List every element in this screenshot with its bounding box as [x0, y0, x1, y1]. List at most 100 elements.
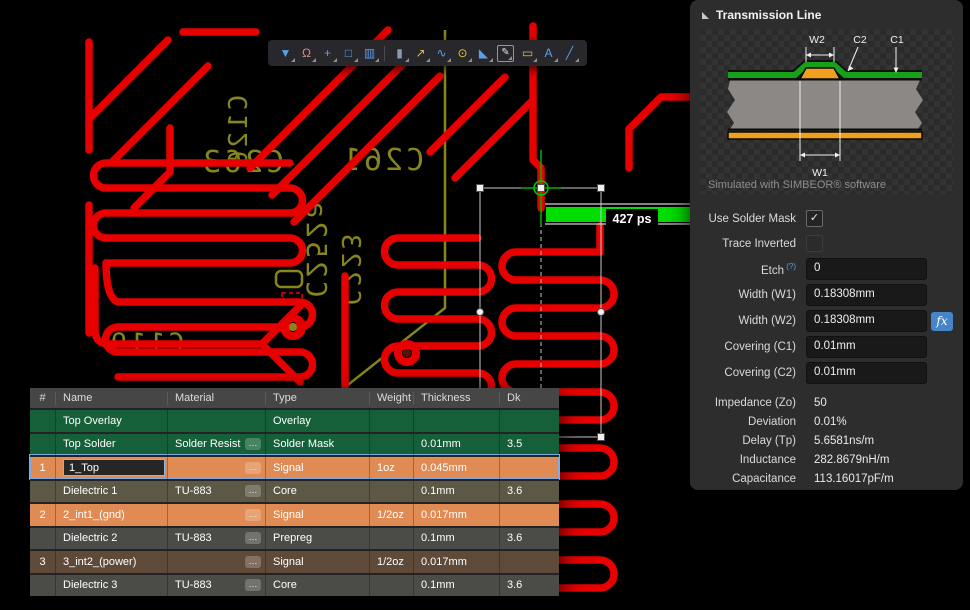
layer-name-editor[interactable]: 1_Top	[63, 459, 165, 476]
area-select-icon[interactable]: □	[338, 43, 359, 63]
dim-label-w2: W2	[809, 34, 825, 46]
cell-name[interactable]: Dielectric 3	[55, 575, 167, 597]
layer-row[interactable]: Top SolderSolder Resist…Solder Mask0.01m…	[30, 432, 559, 456]
edit-shape-icon[interactable]: ✎	[497, 45, 514, 62]
cell-name[interactable]: 1_Top	[55, 457, 167, 479]
layer-row[interactable]: 11_Top…Signal1oz0.045mm	[30, 455, 559, 479]
property-input[interactable]: 0.18308mm	[806, 284, 927, 306]
col-num: #	[30, 392, 55, 405]
cell-name[interactable]: Dielectric 2	[55, 528, 167, 550]
layer-row[interactable]: Dielectric 2TU-883…Prepreg0.1mm3.6	[30, 526, 559, 550]
property-label: Impedance (Zo)	[700, 397, 806, 409]
property-label: Inductance	[700, 454, 806, 466]
place-line-icon[interactable]: ╱	[559, 43, 580, 63]
bottom-copper-layer	[728, 132, 922, 139]
cell-mat[interactable]: …	[167, 504, 265, 526]
cell-mat[interactable]: …	[167, 457, 265, 479]
via-icon[interactable]: ⊙	[452, 43, 473, 63]
cell-mat[interactable]: …	[167, 551, 265, 573]
layer-row[interactable]: Top OverlayOverlay	[30, 408, 559, 432]
cell-name[interactable]: Top Overlay	[55, 410, 167, 432]
cell-mat[interactable]: Solder Resist…	[167, 434, 265, 456]
cell-name[interactable]: Dielectric 1	[55, 481, 167, 503]
cell-mat[interactable]: TU-883…	[167, 481, 265, 503]
property-row: Deviation0.01%	[700, 412, 953, 431]
property-input[interactable]: 0	[806, 258, 927, 280]
cell-th: 0.1mm	[413, 481, 499, 503]
material-browse-button[interactable]: …	[245, 438, 261, 450]
cell-dk	[499, 457, 559, 479]
cell-name[interactable]: 3_int2_(power)	[55, 551, 167, 573]
cell-type: Signal	[265, 551, 369, 573]
cell-th: 0.045mm	[413, 457, 499, 479]
cell-th	[413, 410, 499, 432]
cell-dk: 3.6	[499, 528, 559, 550]
material-browse-button[interactable]: …	[245, 579, 261, 591]
cell-wt: 1oz	[369, 457, 413, 479]
tune-meander-icon[interactable]: ∿	[431, 43, 452, 63]
toolbar-separator	[384, 46, 385, 61]
histogram-icon[interactable]: ▥	[359, 43, 380, 63]
checkbox[interactable]	[806, 235, 823, 252]
property-label: Width (W2)	[700, 315, 806, 327]
pad-hole	[403, 349, 411, 357]
property-label: Covering (C1)	[700, 341, 806, 353]
property-row: Delay (Tp)5.6581ns/m	[700, 431, 953, 450]
cell-mat[interactable]: TU-883…	[167, 528, 265, 550]
cell-type: Core	[265, 481, 369, 503]
cell-num: 2	[30, 504, 55, 526]
layer-row[interactable]: 33_int2_(power)…Signal1/2oz0.017mm	[30, 549, 559, 573]
toolbar-icons: ▼Ω+□▥ ▮↗∿⊙◣✎▭A╱	[275, 43, 580, 63]
cell-name[interactable]: 2_int1_(gnd)	[55, 504, 167, 526]
pad-icon[interactable]: ▮	[389, 43, 410, 63]
layer-row[interactable]: Dielectric 1TU-883…Core0.1mm3.6	[30, 479, 559, 503]
material-browse-button[interactable]: …	[245, 532, 261, 544]
property-input[interactable]: 0.18308mm	[806, 310, 927, 332]
highlighted-net[interactable]: 427 ps	[545, 204, 690, 227]
cell-th: 0.1mm	[413, 575, 499, 597]
panel-fields: Use Solder Mask✓Trace InvertedEtch (?)0W…	[690, 202, 963, 488]
property-value: 113.16017pF/m	[806, 473, 894, 485]
property-input[interactable]: 0.01mm	[806, 362, 927, 384]
fx-button[interactable]: fx	[931, 312, 953, 331]
place-text-icon[interactable]: A	[538, 43, 559, 63]
cell-wt	[369, 434, 413, 456]
cell-wt: 1/2oz	[369, 551, 413, 573]
cell-type: Solder Mask	[265, 434, 369, 456]
cell-type: Prepreg	[265, 528, 369, 550]
property-label: Use Solder Mask	[700, 213, 806, 225]
cell-th: 0.017mm	[413, 504, 499, 526]
material-browse-button[interactable]: …	[245, 556, 261, 568]
layer-row[interactable]: 22_int1_(gnd)…Signal1/2oz0.017mm	[30, 502, 559, 526]
screen: C126 C263 C261 C252a C223 C119	[0, 0, 970, 610]
checkbox[interactable]: ✓	[806, 210, 823, 227]
cell-dk: 3.5	[499, 434, 559, 456]
interactive-route-icon[interactable]: ↗	[410, 43, 431, 63]
snap-magnet-icon[interactable]: Ω	[296, 43, 317, 63]
cell-mat[interactable]: TU-883…	[167, 575, 265, 597]
col-name: Name	[55, 392, 167, 405]
cell-num	[30, 528, 55, 550]
property-row: Width (W1)0.18308mm	[700, 282, 953, 308]
polygon-pour-icon[interactable]: ◣	[473, 43, 494, 63]
layer-row[interactable]: Dielectric 3TU-883…Core0.1mm3.6	[30, 573, 559, 597]
material-browse-button[interactable]: …	[245, 509, 261, 521]
cell-num	[30, 434, 55, 456]
layer-table-body: Top OverlayOverlayTop SolderSolder Resis…	[30, 408, 559, 596]
property-input[interactable]: 0.01mm	[806, 336, 927, 358]
filter-icon[interactable]: ▼	[275, 43, 296, 63]
cell-th: 0.017mm	[413, 551, 499, 573]
room-icon[interactable]: ▭	[517, 43, 538, 63]
collapse-icon[interactable]	[702, 12, 709, 19]
cell-name[interactable]: Top Solder	[55, 434, 167, 456]
property-row: Covering (C2)0.01mm	[700, 360, 953, 386]
property-row: Covering (C1)0.01mm	[700, 334, 953, 360]
move-crosshair-icon[interactable]: +	[317, 43, 338, 63]
panel-title: Transmission Line	[716, 8, 821, 22]
cell-type: Signal	[265, 504, 369, 526]
material-browse-button[interactable]: …	[245, 485, 261, 497]
panel-header[interactable]: Transmission Line	[690, 0, 963, 27]
cell-mat[interactable]	[167, 410, 265, 432]
stackup-diagram: W2 C2 C1 W1 Simulated with SIMBEOR® soft…	[700, 29, 953, 194]
material-browse-button[interactable]: …	[245, 462, 261, 474]
